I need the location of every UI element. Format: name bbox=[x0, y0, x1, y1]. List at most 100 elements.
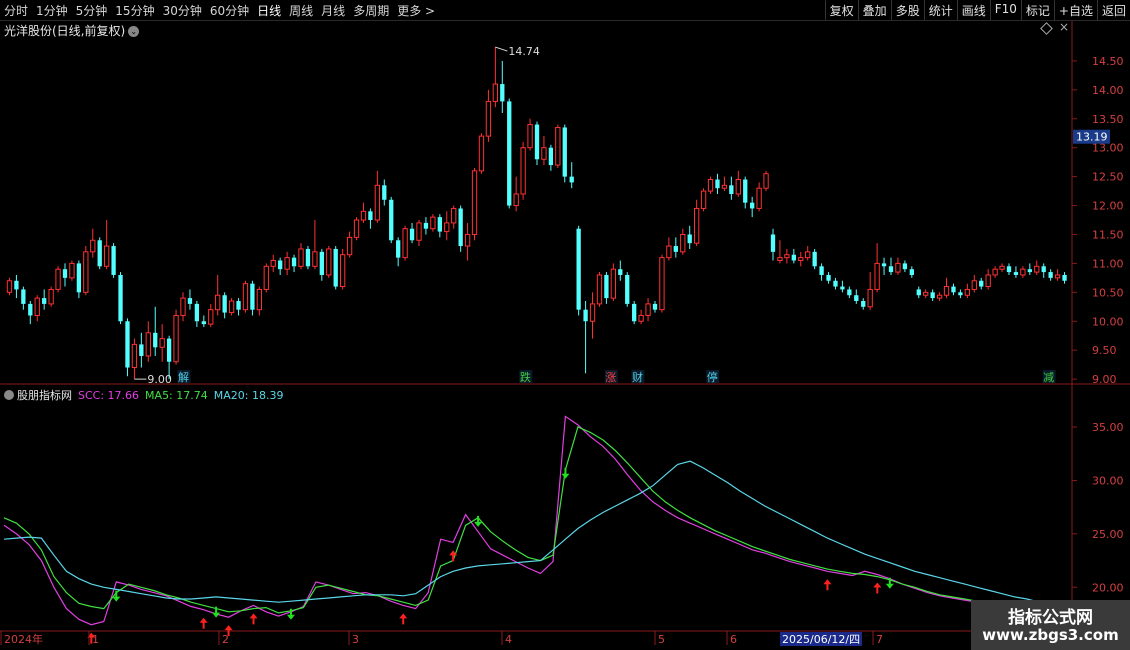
candle-body-down bbox=[111, 246, 116, 275]
candle-body-down bbox=[833, 280, 838, 287]
date-tick-label: 1 bbox=[92, 633, 99, 646]
candle-body-up bbox=[756, 187, 762, 209]
candle-body-down bbox=[1048, 272, 1053, 278]
candle-body-up bbox=[867, 288, 873, 308]
candle-body-down bbox=[687, 234, 692, 244]
candle-body-down bbox=[1013, 272, 1019, 275]
chart-canvas[interactable]: 解跌涨财停减 14.5014.0013.5013.0012.5012.0011.… bbox=[0, 0, 1130, 650]
date-tick-label: 6 bbox=[730, 633, 737, 646]
candle-body-up bbox=[374, 184, 381, 221]
candle-body-up bbox=[520, 147, 526, 195]
candle-body-up bbox=[131, 343, 138, 369]
candle-body-up bbox=[1020, 268, 1026, 276]
candle-body-down bbox=[881, 263, 887, 267]
candle-body-up bbox=[34, 297, 40, 316]
candle-body-up bbox=[943, 286, 950, 296]
candle-body-up bbox=[999, 265, 1005, 270]
indicator-tick-label: 25.00 bbox=[1092, 528, 1124, 541]
candle-body-down bbox=[625, 274, 630, 304]
price-tick-label: 9.50 bbox=[1092, 344, 1117, 357]
event-marker-2: 涨 bbox=[605, 371, 616, 384]
candle-body-up bbox=[985, 274, 991, 288]
candle-body-up bbox=[700, 190, 707, 209]
buy-arrow-icon bbox=[873, 582, 882, 594]
candle-body-down bbox=[583, 309, 588, 322]
indicator-name: 股朋指标网 bbox=[17, 389, 72, 402]
candle-body-up bbox=[180, 297, 186, 316]
candle-body-down bbox=[819, 266, 824, 275]
candle-body-down bbox=[576, 228, 581, 310]
event-markers: 解跌涨财停减 bbox=[177, 370, 1056, 384]
candle-body-up bbox=[485, 100, 492, 137]
candle-body-down bbox=[562, 127, 567, 177]
candle-body-down bbox=[770, 234, 776, 252]
date-tick-label: 5 bbox=[658, 633, 665, 646]
candle-body-down bbox=[201, 321, 206, 325]
candle-body-up bbox=[284, 257, 290, 270]
candle-body-down bbox=[28, 303, 33, 316]
candle-body-down bbox=[604, 274, 609, 299]
indicator-tick-label: 20.00 bbox=[1092, 581, 1124, 594]
candle-body-up bbox=[589, 303, 596, 322]
candle-body-down bbox=[305, 248, 311, 267]
candle-body-down bbox=[534, 124, 540, 160]
price-tick-label: 14.50 bbox=[1092, 55, 1124, 68]
candle-body-down bbox=[618, 269, 623, 275]
price-tick-label: 13.50 bbox=[1092, 113, 1124, 126]
ma5-value: MA5: 17.74 bbox=[145, 389, 208, 402]
candle-body-up bbox=[1034, 265, 1040, 273]
candle-body-up bbox=[645, 303, 651, 316]
candle-body-up bbox=[464, 233, 471, 247]
date-cursor-label: 2025/06/12/四 bbox=[782, 633, 860, 646]
buy-arrow-icon bbox=[199, 617, 208, 629]
candle-body-up bbox=[513, 193, 519, 207]
indicator-tick-label: 30.00 bbox=[1092, 474, 1124, 487]
candle-body-down bbox=[423, 222, 429, 229]
candle-body-down bbox=[14, 280, 19, 290]
candle-body-down bbox=[458, 208, 463, 247]
candle-body-up bbox=[478, 135, 485, 172]
candle-body-up bbox=[638, 314, 644, 322]
candle-body-down bbox=[291, 257, 297, 267]
candle-body-up bbox=[90, 239, 96, 253]
candle-body-down bbox=[854, 295, 859, 302]
candle-body-up bbox=[430, 216, 436, 230]
candle-body-up bbox=[270, 260, 276, 267]
candle-body-down bbox=[673, 246, 678, 252]
candle-body-up bbox=[346, 236, 353, 256]
candle-body-down bbox=[396, 240, 401, 258]
low-price-label: 9.00 bbox=[147, 373, 172, 386]
candle-body-up bbox=[936, 294, 943, 299]
candle-body-down bbox=[409, 228, 415, 241]
candle-body-up bbox=[777, 257, 783, 262]
candle-body-up bbox=[763, 173, 769, 189]
date-tick-label: 2 bbox=[222, 633, 229, 646]
candle-body-up bbox=[242, 283, 249, 311]
candle-body-up bbox=[83, 251, 89, 293]
candle-body-up bbox=[263, 265, 269, 290]
candle-body-down bbox=[847, 289, 852, 296]
candle-body-down bbox=[812, 251, 817, 267]
candle-body-down bbox=[750, 202, 755, 209]
indicator-menu-icon[interactable] bbox=[4, 390, 14, 400]
candle-body-down bbox=[42, 298, 47, 304]
candle-body-down bbox=[902, 263, 908, 270]
date-tick-label: 2024年 bbox=[4, 632, 43, 646]
event-marker-0: 解 bbox=[178, 370, 189, 384]
candle-body-up bbox=[103, 245, 110, 267]
candle-body-down bbox=[632, 303, 637, 322]
candle-body-up bbox=[964, 288, 971, 296]
high-price-label: 14.74 bbox=[508, 45, 539, 58]
candle-body-down bbox=[166, 338, 172, 362]
candle-body-down bbox=[1006, 266, 1012, 273]
ma20-value: MA20: 18.39 bbox=[213, 389, 284, 402]
line-ma5 bbox=[3, 426, 1053, 614]
candle-body-down bbox=[236, 301, 241, 310]
price-tick-label: 10.00 bbox=[1092, 315, 1124, 328]
candle-body-down bbox=[888, 266, 894, 273]
candle-body-up bbox=[228, 300, 235, 314]
candle-body-up bbox=[707, 179, 714, 192]
event-marker-3: 财 bbox=[632, 370, 643, 384]
event-marker-1: 跌 bbox=[520, 370, 531, 384]
candle-body-up bbox=[173, 314, 179, 363]
